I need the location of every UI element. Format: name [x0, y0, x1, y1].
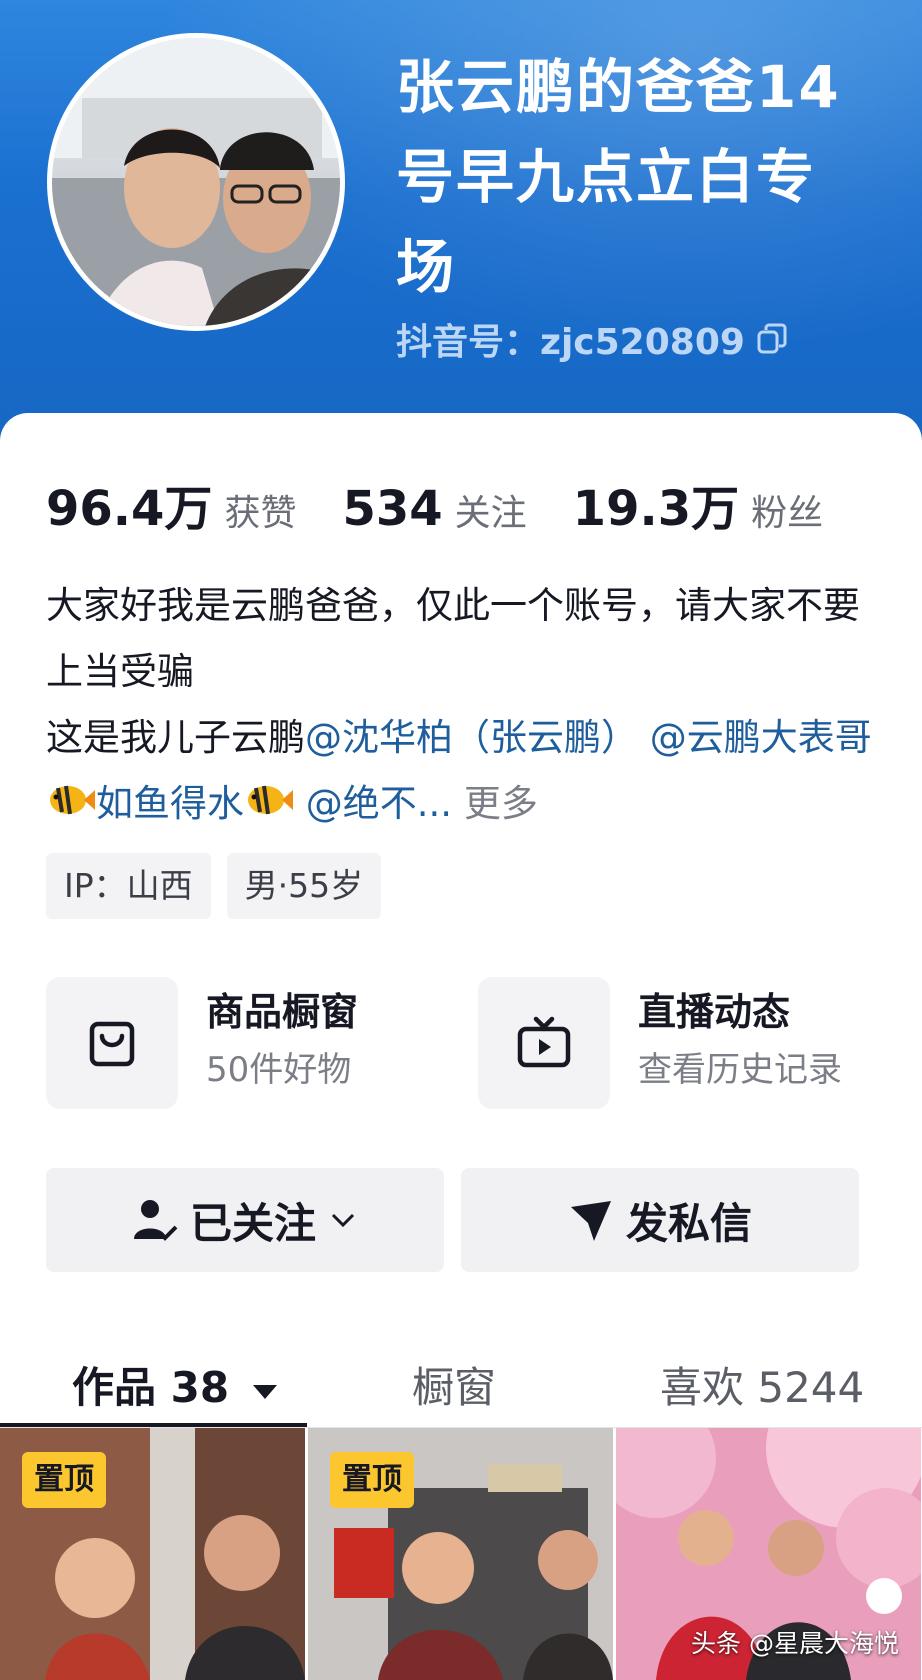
avatar-photo — [52, 38, 340, 326]
followed-button[interactable]: 已关注 — [46, 1168, 444, 1272]
stat-label: 关注 — [454, 493, 527, 534]
mention-link[interactable]: @云鹏大表哥 — [650, 716, 872, 759]
stat-value: 534 — [342, 481, 443, 537]
chevron-down-icon — [331, 1213, 355, 1228]
avatar[interactable] — [47, 33, 345, 331]
profile-name: 张云鹏的爸爸14号早九点立白专场 — [396, 53, 841, 301]
douyin-id-text: 抖音号：zjc520809 — [396, 322, 745, 363]
triangle-down-icon — [252, 1385, 277, 1399]
followed-button-label: 已关注 — [189, 1198, 316, 1248]
stat-followers[interactable]: 19.3万 粉丝 — [573, 469, 823, 539]
profile-card: 96.4万 获赞 534 关注 19.3万 粉丝 大家好我是云鹏爸爸，仅此一个账… — [0, 413, 922, 1680]
mention-link[interactable]: @绝不... — [306, 782, 452, 825]
send-message-button[interactable]: 发私信 — [461, 1168, 859, 1272]
bio-text: 这是我儿子云鹏 — [46, 716, 305, 759]
tv-icon — [517, 1016, 571, 1068]
pinned-badge: 置顶 — [22, 1452, 106, 1508]
copy-icon[interactable] — [755, 322, 789, 356]
video-thumbnail[interactable]: 头条 @星晨大海悦 — [616, 1428, 921, 1680]
bio-text: 大家好我是云鹏爸爸，仅此一个账号，请大家不要上当受骗 — [46, 584, 860, 693]
watermark-text: 头条 @星晨大海悦 — [691, 1629, 899, 1658]
send-icon — [570, 1201, 611, 1241]
stat-label: 获赞 — [224, 493, 297, 534]
stat-likes[interactable]: 96.4万 获赞 — [46, 469, 296, 539]
user-check-icon — [133, 1200, 178, 1241]
shop-window-entry[interactable]: 商品橱窗 50件好物 — [46, 977, 358, 1109]
shopping-bag-icon — [89, 1021, 135, 1067]
feature-title: 直播动态 — [638, 990, 791, 1034]
video-thumbnail[interactable]: 置顶 — [308, 1428, 613, 1680]
send-message-label: 发私信 — [625, 1198, 752, 1248]
profile-bio: 大家好我是云鹏爸爸，仅此一个账号，请大家不要上当受骗 这是我儿子云鹏@沈华柏（张… — [46, 573, 886, 837]
stat-value: 96.4万 — [46, 481, 213, 537]
live-history-entry[interactable]: 直播动态 查看历史记录 — [478, 977, 842, 1109]
douyin-id[interactable]: 抖音号：zjc520809 — [396, 313, 789, 365]
video-grid: 置顶 置顶 头条 @星晨大海悦 — [0, 1428, 922, 1680]
video-thumbnail[interactable]: 置顶 — [0, 1428, 305, 1680]
shop-icon-box — [46, 977, 178, 1109]
tropical-fish-icon — [50, 785, 95, 815]
feature-subtitle: 查看历史记录 — [638, 1050, 842, 1090]
live-icon-box — [478, 977, 610, 1109]
pinned-badge: 置顶 — [330, 1452, 414, 1508]
feature-subtitle: 50件好物 — [206, 1050, 352, 1090]
profile-tags: IP：山西 男·55岁 — [46, 853, 382, 919]
stat-following[interactable]: 534 关注 — [342, 481, 526, 537]
bio-more-link[interactable]: 更多 — [464, 782, 538, 825]
gender-age-tag: 男·55岁 — [226, 853, 382, 919]
mention-link[interactable]: @沈华柏（张云鹏） — [305, 716, 638, 759]
stat-label: 粉丝 — [751, 493, 824, 534]
feature-title: 商品橱窗 — [206, 990, 359, 1034]
mention-text[interactable]: 如鱼得水 — [96, 782, 244, 825]
ip-location-tag: IP：山西 — [46, 853, 211, 919]
stat-value: 19.3万 — [572, 481, 740, 537]
stats-row: 96.4万 获赞 534 关注 19.3万 粉丝 — [46, 469, 869, 539]
tab-label: 作品 38 — [72, 1363, 230, 1412]
tropical-fish-icon — [248, 785, 293, 815]
